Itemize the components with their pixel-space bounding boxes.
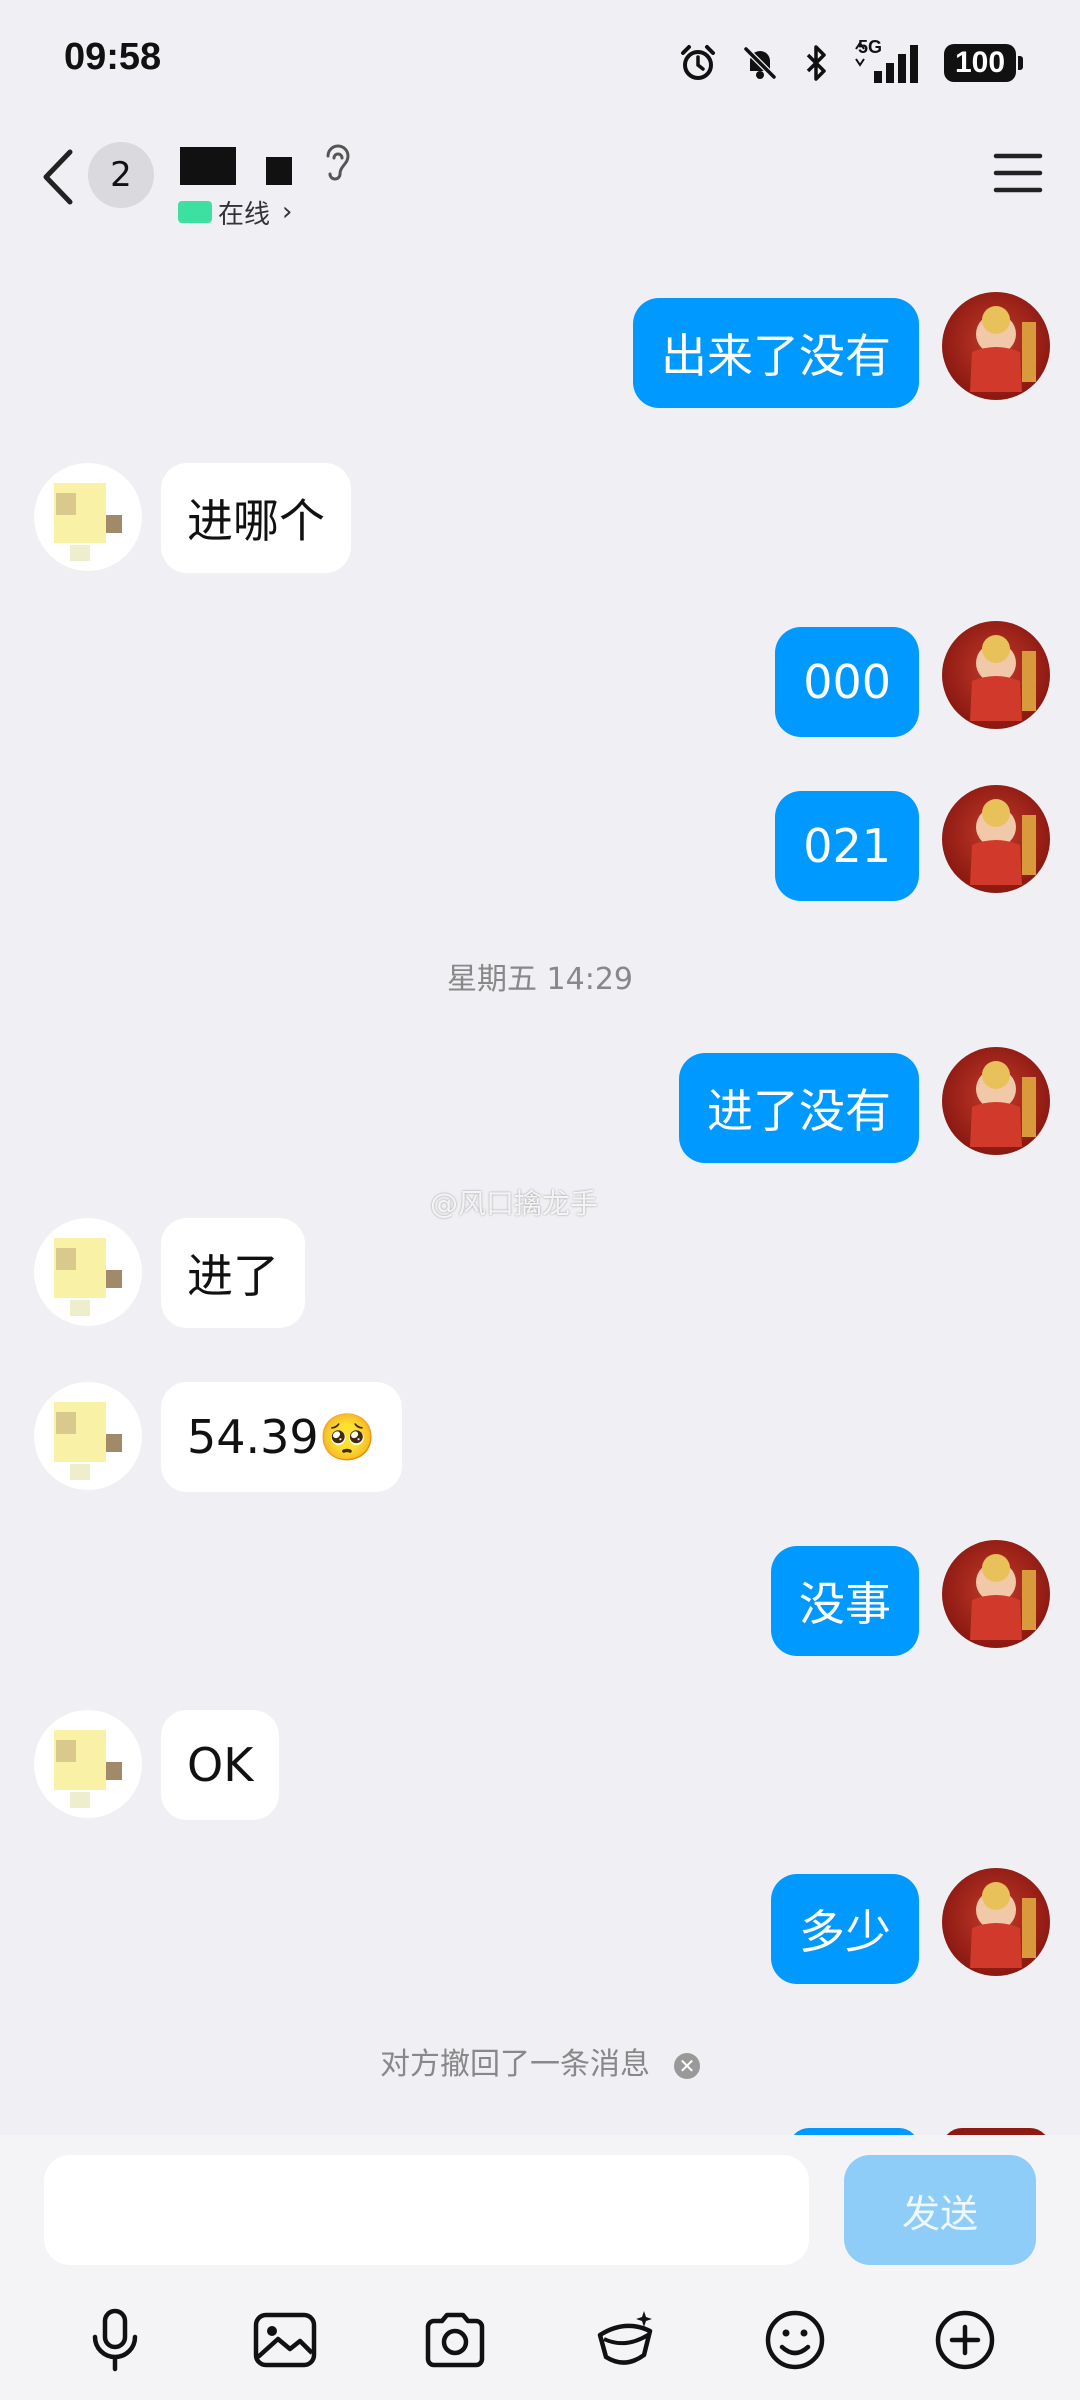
online-status[interactable]: 在线 › [178, 192, 292, 232]
avatar-me[interactable] [942, 785, 1050, 893]
message-bubble-out[interactable]: 出来了没有 [633, 298, 919, 408]
unread-count-badge[interactable]: 2 [88, 142, 154, 208]
signal-icon: 5G [852, 37, 922, 85]
online-dot-icon [178, 201, 212, 223]
recall-notice: 对方撤回了一条消息 ✕ [0, 2039, 1080, 2083]
watermark: @风口擒龙手 [430, 1187, 599, 1220]
red-packet-icon[interactable] [585, 2300, 665, 2380]
input-bar: 发送 [0, 2135, 1080, 2400]
status-bar: 09:58 5G 100 [0, 0, 1080, 120]
image-icon[interactable] [245, 2300, 325, 2380]
avatar-me-partial [942, 2128, 1050, 2135]
avatar-me[interactable] [942, 621, 1050, 729]
avatar-contact[interactable] [34, 463, 142, 571]
message-bubble-out-partial [789, 2128, 919, 2135]
online-status-text: 在线 [218, 199, 271, 230]
menu-icon[interactable] [990, 148, 1046, 198]
avatar-me[interactable] [942, 1868, 1050, 1976]
message-bubble-in[interactable]: 54.39🥺 [161, 1382, 402, 1492]
mute-bell-icon [743, 46, 777, 80]
recall-text: 对方撤回了一条消息 [380, 2047, 650, 2082]
message-bubble-in[interactable]: OK [161, 1710, 280, 1820]
send-button[interactable]: 发送 [844, 2155, 1036, 2265]
message-bubble-out[interactable]: 多少 [771, 1874, 919, 1984]
avatar-me[interactable] [942, 292, 1050, 400]
camera-icon[interactable] [415, 2300, 495, 2380]
avatar-contact[interactable] [34, 1218, 142, 1326]
microphone-icon[interactable] [75, 2300, 155, 2380]
input-toolbar [0, 2295, 1080, 2385]
contact-name[interactable] [180, 142, 300, 190]
message-input[interactable] [44, 2155, 809, 2265]
avatar-contact[interactable] [34, 1710, 142, 1818]
message-bubble-out[interactable]: 没事 [771, 1546, 919, 1656]
battery-indicator: 100 [944, 44, 1023, 82]
message-bubble-in[interactable]: 进了 [161, 1218, 305, 1328]
message-list[interactable]: 出来了没有 进哪个 000 021 星期五 14:29 进了没有 @风口擒龙手 … [0, 260, 1080, 2135]
avatar-me[interactable] [942, 1047, 1050, 1155]
status-time: 09:58 [64, 36, 162, 78]
chat-header: 2 在线 › [0, 120, 1080, 260]
avatar-contact[interactable] [34, 1382, 142, 1490]
chevron-right-icon: › [282, 197, 293, 227]
back-arrow-icon[interactable] [34, 142, 84, 212]
message-bubble-in[interactable]: 进哪个 [161, 463, 351, 573]
bluetooth-icon [806, 45, 826, 81]
alarm-icon [681, 45, 715, 80]
message-bubble-out[interactable]: 000 [775, 627, 919, 737]
message-timestamp: 星期五 14:29 [447, 962, 633, 997]
plus-icon[interactable] [925, 2300, 1005, 2380]
message-bubble-out[interactable]: 进了没有 [679, 1053, 919, 1163]
close-icon[interactable]: ✕ [674, 2052, 700, 2079]
status-icons: 5G 100 [678, 37, 1023, 88]
ear-icon [326, 144, 350, 181]
message-bubble-out[interactable]: 021 [775, 791, 919, 901]
emoji-icon[interactable] [755, 2300, 835, 2380]
avatar-me[interactable] [942, 1540, 1050, 1648]
